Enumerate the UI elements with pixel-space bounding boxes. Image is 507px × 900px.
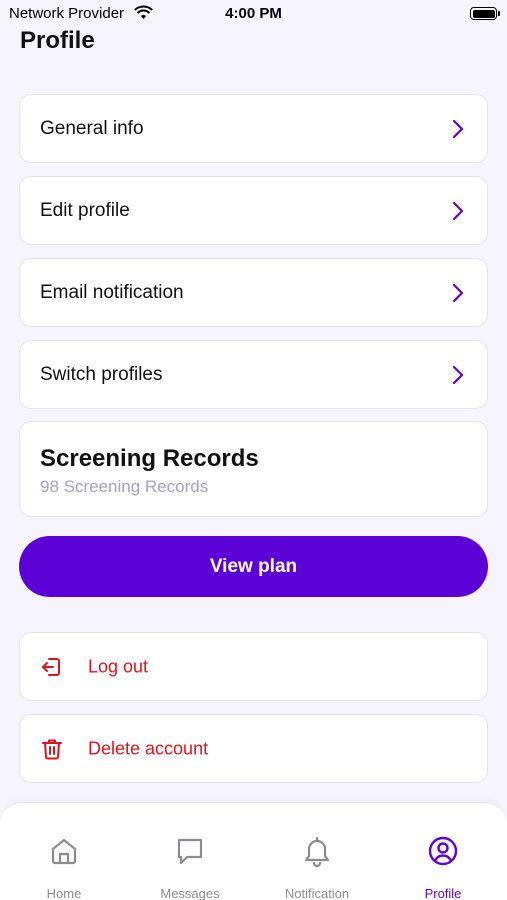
- menu-item-edit-profile[interactable]: Edit profile: [19, 176, 488, 245]
- chevron-right-icon: [452, 283, 464, 302]
- message-icon: [177, 838, 203, 865]
- screening-records-card[interactable]: Screening Records 98 Screening Records: [19, 421, 488, 517]
- tab-label: Profile: [424, 886, 462, 900]
- delete-account-button[interactable]: Delete account: [19, 714, 488, 783]
- menu-item-email-notification[interactable]: Email notification: [19, 258, 488, 327]
- logout-label: Log out: [88, 656, 149, 676]
- user-circle-icon: [428, 836, 458, 866]
- menu-item-label: General info: [40, 117, 144, 139]
- tab-messages[interactable]: Messages: [127, 803, 253, 900]
- screening-records-count: 98 Screening Records: [40, 477, 209, 496]
- view-plan-button[interactable]: View plan: [19, 536, 488, 597]
- tab-notification[interactable]: Notification: [254, 803, 380, 900]
- delete-account-label: Delete account: [88, 738, 209, 758]
- bell-icon: [304, 836, 330, 867]
- clock: 4:00 PM: [225, 5, 282, 22]
- chevron-right-icon: [452, 119, 464, 138]
- logout-button[interactable]: Log out: [19, 632, 488, 701]
- home-icon: [51, 838, 77, 865]
- menu-item-label: Email notification: [40, 281, 184, 303]
- battery-icon: [470, 7, 500, 20]
- page-title: Profile: [20, 27, 95, 54]
- menu-item-label: Edit profile: [40, 199, 130, 221]
- chevron-right-icon: [452, 365, 464, 384]
- tab-profile[interactable]: Profile: [380, 803, 506, 900]
- bottom-tab-bar: Home Messages Notification Profile: [0, 802, 507, 900]
- menu-item-label: Switch profiles: [40, 363, 163, 385]
- tab-home[interactable]: Home: [1, 803, 127, 900]
- menu-item-switch-profiles[interactable]: Switch profiles: [19, 340, 488, 409]
- trash-icon: [42, 739, 62, 759]
- tab-label: Home: [46, 886, 82, 900]
- menu-item-general-info[interactable]: General info: [19, 94, 488, 163]
- logout-icon: [42, 657, 60, 676]
- screening-records-title: Screening Records: [40, 445, 259, 472]
- tab-label: Messages: [160, 886, 220, 900]
- tab-label: Notification: [284, 886, 350, 900]
- chevron-right-icon: [452, 201, 464, 220]
- status-bar: Network Provider 4:00 PM: [0, 0, 507, 28]
